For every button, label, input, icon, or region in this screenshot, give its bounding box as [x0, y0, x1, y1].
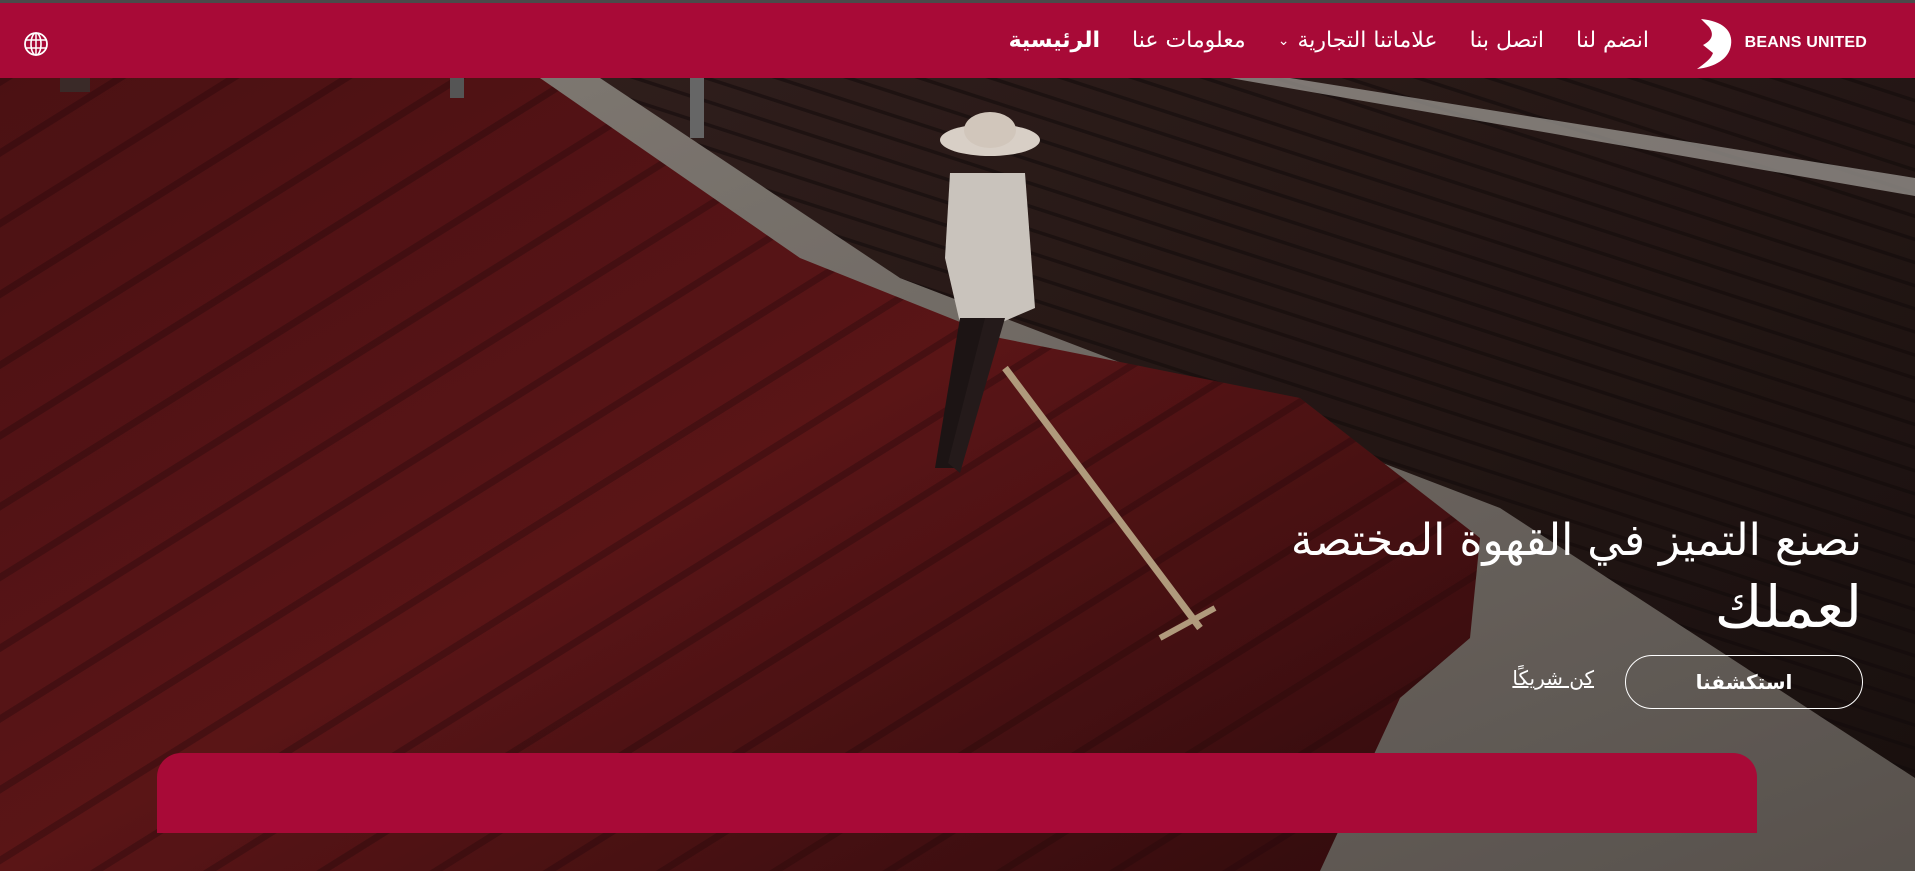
- nav-brands[interactable]: علاماتنا التجارية ⌄: [1278, 28, 1438, 53]
- nav-home[interactable]: الرئيسية: [1009, 28, 1100, 53]
- nav-contact[interactable]: اتصل بنا: [1470, 28, 1544, 53]
- beans-united-logo-icon: [1696, 19, 1731, 69]
- become-partner-link[interactable]: كن شريكًا: [1512, 666, 1594, 690]
- nav-brands-label: علاماتنا التجارية: [1297, 28, 1438, 53]
- brand-name: BEANS UNITED: [1744, 34, 1867, 51]
- nav-home-label: الرئيسية: [1008, 28, 1100, 53]
- hero-headline-line1: نصنع التميز في القهوة المختصة: [1290, 515, 1862, 566]
- nav-join-label: انضم لنا: [1576, 28, 1649, 53]
- chevron-down-icon: ⌄: [1277, 32, 1290, 49]
- nav-join[interactable]: انضم لنا: [1576, 28, 1649, 53]
- nav-about[interactable]: معلومات عنا: [1132, 28, 1246, 53]
- nav-about-label: معلومات عنا: [1132, 28, 1246, 53]
- site-header: BEANS UNITED الرئيسية معلومات عنا علامات…: [0, 3, 1915, 78]
- hero-headline-line2: لعملك: [1714, 573, 1862, 641]
- explore-button[interactable]: استكشفنا: [1625, 655, 1863, 709]
- brand-logo[interactable]: BEANS UNITED: [1693, 13, 1867, 73]
- main-nav: الرئيسية معلومات عنا علاماتنا التجارية ⌄…: [1009, 3, 1649, 78]
- bottom-content-panel: [157, 753, 1757, 833]
- page: BEANS UNITED الرئيسية معلومات عنا علامات…: [0, 0, 1915, 871]
- hero-headline: نصنع التميز في القهوة المختصة لعملك: [962, 510, 1862, 642]
- nav-contact-label: اتصل بنا: [1469, 28, 1544, 53]
- globe-icon[interactable]: [22, 30, 50, 58]
